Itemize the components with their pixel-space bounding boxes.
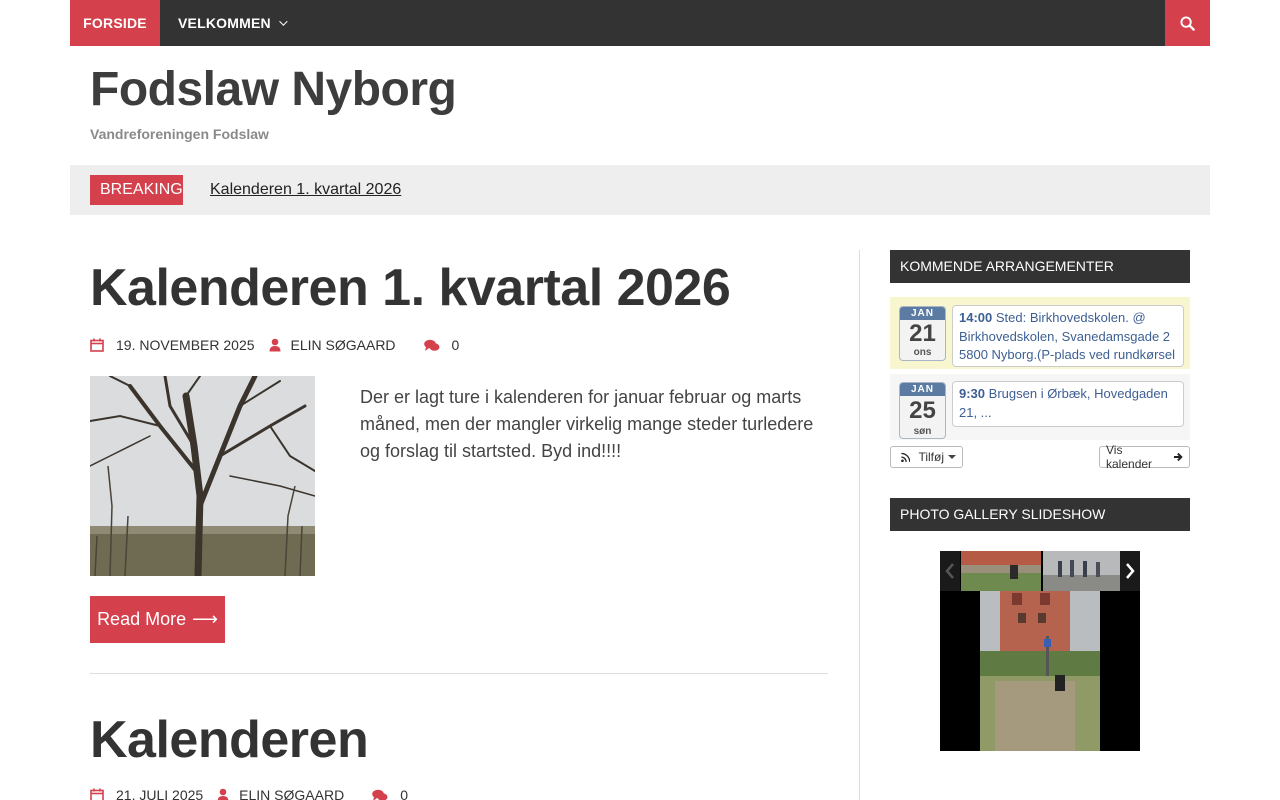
event-weekday: ons [913, 347, 932, 358]
user-icon [217, 788, 229, 800]
event-text: Brugsen i Ørbæk, Hovedgaden 21, ... [959, 386, 1168, 420]
post-author-group: Elin Søgaard [217, 787, 344, 800]
post-comment-count[interactable]: 0 [452, 337, 460, 353]
site-title[interactable]: Fodslaw Nyborg [90, 62, 457, 117]
event-time: 9:30 [959, 386, 986, 401]
user-icon [269, 338, 281, 352]
post-date-group: 19. november 2025 [90, 337, 255, 353]
event-month: JAN [900, 383, 945, 396]
chevron-left-icon [945, 563, 954, 579]
arrow-right-icon [1174, 452, 1183, 462]
add-subscribe-dropdown[interactable]: Tilføj [890, 446, 963, 468]
chevron-down-icon [278, 17, 288, 26]
comments-icon [423, 339, 440, 351]
post-divider [90, 673, 828, 674]
comments-icon [372, 789, 388, 800]
post-date-group: 21. juli 2025 [90, 787, 203, 800]
top-navigation: Forside Velkommen [70, 0, 1210, 46]
post-thumbnail-tree[interactable] [90, 376, 315, 576]
breaking-label: BREAKING [90, 175, 183, 205]
sidebar-divider [859, 250, 860, 800]
photo-gallery-slideshow[interactable] [940, 551, 1140, 751]
event-time: 14:00 [959, 310, 993, 325]
gallery-next-button[interactable] [1120, 551, 1140, 591]
post-excerpt: Der er lagt ture i kalenderen for januar… [360, 387, 814, 461]
event-item: JAN 21 ons 14:00 Sted: Birkhovedskolen. … [890, 297, 1190, 369]
calendar-icon [90, 788, 104, 800]
read-more-label: Read More [97, 609, 187, 629]
arrow-right-icon: ⟶ [192, 609, 218, 629]
post-meta: 21. juli 2025 Elin Søgaard 0 [90, 787, 422, 800]
read-more-button[interactable]: Read More ⟶ [90, 596, 225, 643]
post-date[interactable]: 19. november 2025 [116, 337, 255, 353]
post-author[interactable]: Elin Søgaard [291, 337, 396, 353]
tree-photo [90, 376, 315, 576]
breaking-news-link[interactable]: Kalenderen 1. kvartal 2026 [210, 180, 401, 200]
view-calendar-button[interactable]: Vis kalender [1099, 443, 1190, 471]
nav-item-label: Forside [83, 15, 147, 31]
post-date[interactable]: 21. juli 2025 [116, 787, 203, 800]
event-day: 21 [909, 320, 936, 347]
nav-item-forside[interactable]: Forside [70, 0, 160, 46]
view-calendar-label: Vis kalender [1106, 443, 1153, 471]
event-date-badge: JAN 21 ons [899, 306, 946, 361]
post-title[interactable]: Kalenderen [90, 710, 369, 770]
site-tagline: Vandreforeningen Fodslaw [90, 126, 269, 142]
nav-item-label: Velkommen [178, 15, 271, 31]
post-meta: 19. november 2025 Elin Søgaard 0 [90, 337, 473, 353]
event-date-badge: JAN 25 søn [899, 382, 946, 439]
post-comments-group: 0 [423, 337, 460, 353]
post-comments-group: 0 [372, 787, 408, 800]
post-author-group: Elin Søgaard [269, 337, 396, 353]
nav-item-velkommen[interactable]: Velkommen [160, 0, 303, 46]
gallery-photos [940, 551, 1140, 751]
event-day: 25 [909, 397, 936, 424]
post-author[interactable]: Elin Søgaard [239, 787, 344, 800]
search-button[interactable] [1165, 0, 1210, 46]
event-item: JAN 25 søn 9:30 Brugsen i Ørbæk, Hovedga… [890, 374, 1190, 440]
event-link[interactable]: 14:00 Sted: Birkhovedskolen. @ Birkhoved… [952, 305, 1184, 367]
gallery-prev-button[interactable] [940, 551, 960, 591]
post-comment-count[interactable]: 0 [400, 787, 408, 800]
rss-icon [901, 452, 911, 462]
chevron-right-icon [1126, 563, 1135, 579]
search-icon [1180, 15, 1195, 31]
post-title[interactable]: Kalenderen 1. kvartal 2026 [90, 258, 731, 318]
event-link[interactable]: 9:30 Brugsen i Ørbæk, Hovedgaden 21, ... [952, 381, 1184, 427]
add-label: Tilføj [918, 450, 944, 464]
gallery-widget-title: Photo Gallery Slideshow [890, 498, 1190, 531]
event-month: JAN [900, 307, 945, 320]
event-weekday: søn [913, 426, 932, 437]
breaking-news-bar: BREAKING Kalenderen 1. kvartal 2026 [70, 165, 1210, 215]
events-widget-title: Kommende arrangementer [890, 250, 1190, 283]
caret-down-icon [948, 455, 956, 459]
event-text: Sted: Birkhovedskolen. @ Birkhovedskolen… [959, 310, 1176, 362]
calendar-icon [90, 338, 104, 352]
